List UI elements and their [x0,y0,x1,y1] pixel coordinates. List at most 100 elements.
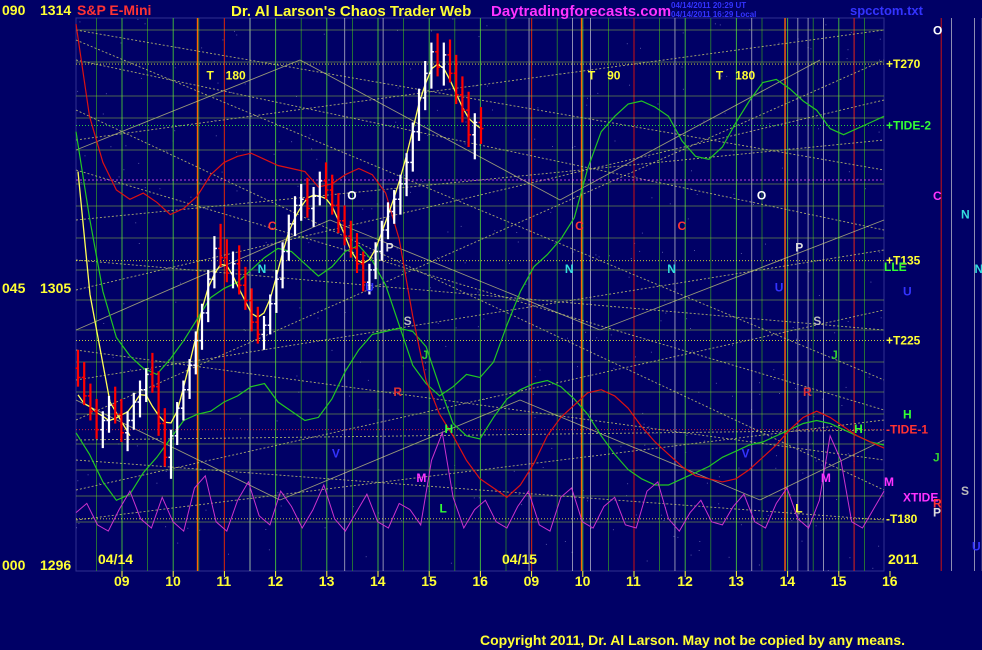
star-dot [149,368,151,370]
star-dot [136,445,138,447]
timestamp-ut: 04/14/2011 20:29 UT [671,1,746,10]
star-dot [234,30,235,32]
star-dot [682,88,684,90]
star-dot [427,134,429,136]
planet-marker: 90 [607,68,621,82]
star-dot [478,497,480,499]
star-dot [187,527,189,529]
right-label: M [884,475,894,489]
planet-marker: N [258,262,267,276]
star-dot [681,66,683,68]
star-dot [190,196,192,198]
star-dot [236,190,238,192]
star-dot [268,549,270,551]
star-dot [486,25,488,27]
star-dot [430,287,431,289]
hour-label: 09 [524,573,540,589]
star-dot [316,158,318,160]
right-label: S [961,484,969,498]
star-dot [465,121,467,123]
star-dot [821,398,823,400]
star-dot [802,472,804,474]
star-dot [792,327,794,328]
star-dot [732,395,733,397]
star-dot [726,75,728,77]
star-dot [199,529,201,531]
star-dot [596,337,598,339]
star-dot [222,39,224,41]
planet-marker: N [565,262,574,276]
right-label: N [961,208,970,222]
level-label: +T225 [886,334,921,348]
left-price-bottom: 1296 [40,557,71,573]
star-dot [857,178,859,180]
star-dot [846,58,848,60]
star-dot [598,256,600,258]
planet-marker: J [831,348,838,362]
star-dot [864,188,866,190]
star-dot [80,182,82,183]
hour-label: 11 [216,573,231,589]
star-dot [539,369,541,371]
star-dot [868,376,870,378]
star-dot [130,369,131,371]
star-dot [765,243,766,245]
star-dot [296,375,298,377]
star-dot [782,374,784,376]
star-dot [464,262,466,264]
star-dot [788,148,790,149]
star-dot [848,171,850,173]
star-dot [144,187,146,189]
planet-marker: P [795,240,803,254]
star-dot [276,420,278,422]
planet-marker: T [588,68,596,82]
right-label: P [933,506,941,520]
star-dot [280,505,282,507]
planet-marker: S [813,314,821,328]
star-dot [740,253,742,254]
star-dot [123,169,125,171]
star-dot [436,257,438,259]
star-dot [587,500,588,502]
star-dot [587,97,588,99]
star-dot [138,162,140,164]
star-dot [613,367,615,369]
star-dot [166,150,168,152]
star-dot [836,499,838,500]
planet-marker: 180 [735,68,755,82]
star-dot [236,34,238,36]
star-dot [821,464,823,466]
star-dot [477,326,479,328]
level-label: +TIDE-2 [886,119,931,133]
star-dot [781,167,783,169]
star-dot [410,68,412,70]
right-label: U [903,284,912,298]
hour-label: 12 [268,573,284,589]
star-dot [112,357,114,359]
star-dot [174,130,176,132]
planet-marker: U [365,280,374,294]
star-dot [79,21,81,23]
planet-marker: M [821,471,831,485]
planet-marker: R [393,385,402,399]
star-dot [815,525,817,527]
star-dot [416,124,418,126]
star-dot [662,251,663,253]
star-dot [815,460,817,462]
star-dot [487,85,488,87]
star-dot [648,426,650,428]
star-dot [125,145,127,147]
star-dot [694,250,695,251]
star-dot [577,366,578,368]
star-dot [704,440,706,442]
star-dot [686,318,688,320]
planet-marker: O [757,188,766,202]
star-dot [425,362,426,364]
star-dot [585,331,587,333]
star-dot [589,411,591,413]
level-label: +T270 [886,57,921,71]
star-dot [813,416,815,418]
star-dot [422,181,424,183]
star-dot [627,483,629,485]
star-dot [231,91,233,93]
